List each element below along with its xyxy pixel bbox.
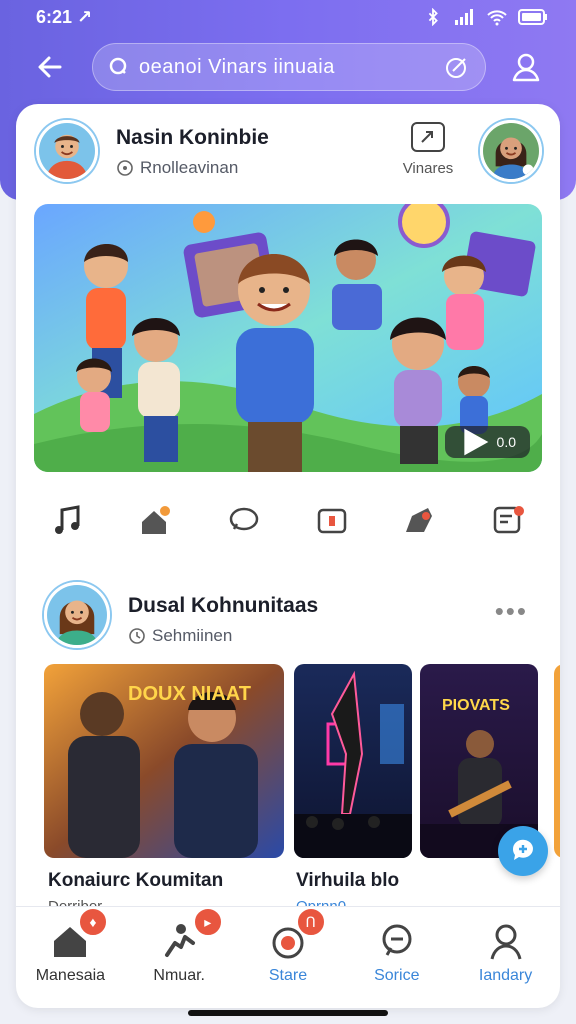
camera-button[interactable] [312, 500, 352, 540]
more-options-button[interactable]: ••• [495, 596, 528, 627]
feed-card: Nasin Koninbie Rnolleavinan Vinares 0.0 … [16, 104, 560, 1008]
nav-badge: ♦ [78, 907, 108, 937]
back-button[interactable] [26, 43, 74, 91]
share-icon [411, 122, 445, 152]
signal-icon [455, 9, 473, 25]
community-avatar[interactable] [44, 582, 110, 648]
invite-button[interactable]: Vinares [392, 122, 464, 186]
bottom-nav: ♦ Manesaia ▸ Nmuar. Ո Stare Sorice Ianda… [16, 906, 560, 1006]
home-indicator [188, 1010, 388, 1016]
back-arrow-icon [38, 56, 62, 78]
compose-fab[interactable] [498, 826, 548, 876]
nav-profile-label: Iandary [478, 967, 533, 984]
chat-button[interactable] [224, 500, 264, 540]
battery-icon [518, 9, 547, 25]
person-icon [490, 924, 522, 960]
chat-bubble-icon [229, 507, 259, 531]
media-tile-2[interactable] [294, 664, 412, 858]
nav-badge: ▸ [192, 907, 223, 937]
status-time: 6:21 ↗ [36, 6, 93, 27]
nav-home-label: Manesaia [35, 967, 106, 984]
profile-icon [512, 53, 540, 82]
tag-button[interactable] [400, 500, 440, 540]
chat-icon [382, 924, 412, 956]
nav-service-label: Sorice [374, 967, 420, 984]
video-badge-text: 0.0 [496, 434, 516, 450]
video-badge[interactable]: 0.0 [444, 426, 530, 458]
community-subtitle: Sehmiinen [128, 626, 232, 646]
chat-plus-icon [512, 839, 533, 860]
profile-button[interactable] [504, 45, 548, 89]
wifi-icon [487, 10, 507, 26]
invite-label: Vinares [402, 160, 454, 177]
home-spark-icon [142, 506, 170, 534]
author-subtitle: Rnolleavinan [116, 158, 238, 178]
poster-text: DOUX NIAAT [128, 683, 251, 705]
list-icon [493, 506, 524, 534]
post-hero-image[interactable]: 0.0 [34, 204, 542, 472]
author-name[interactable]: Nasin Koninbie [116, 126, 269, 150]
media-tile-4-partial[interactable] [554, 664, 560, 858]
nav-service[interactable]: Sorice [342, 907, 451, 1006]
community-subtitle-text: Sehmiinen [152, 626, 233, 645]
nav-store-label: Stare [268, 967, 308, 984]
bluetooth-icon [428, 8, 438, 26]
music-button[interactable] [48, 500, 88, 540]
post-header: Nasin Koninbie Rnolleavinan Vinares [34, 118, 544, 188]
nav-profile[interactable]: Iandary [451, 907, 560, 1006]
status-bar: 6:21 ↗ [0, 0, 576, 34]
media-tile-1[interactable]: DOUX NIAAT [44, 664, 284, 858]
community-name[interactable]: Dusal Kohnunitaas [128, 594, 318, 618]
clock-icon [129, 628, 145, 644]
nav-activity-label: Nmuar. [153, 967, 205, 984]
nav-badge: Ո [295, 907, 326, 937]
nav-store[interactable]: Ո Stare [234, 907, 343, 1006]
search-text: oeanoi Vinars iinuaia [139, 55, 335, 78]
tile-1-title[interactable]: Konaiurc Koumitan [48, 870, 223, 892]
author-avatar[interactable] [36, 120, 98, 182]
music-note-icon [55, 505, 80, 534]
home-spark-button[interactable] [136, 500, 176, 540]
nav-activity[interactable]: ▸ Nmuar. [125, 907, 234, 1006]
status-icons [422, 8, 548, 26]
tag-icon [406, 508, 432, 532]
list-button[interactable] [488, 500, 528, 540]
top-bar: oeanoi Vinars iinuaia [0, 40, 576, 94]
edit-icon[interactable] [441, 52, 471, 82]
friend-avatar[interactable] [480, 120, 542, 182]
search-icon [109, 57, 127, 75]
subtitle-text: Rnolleavinan [140, 158, 239, 177]
nav-home[interactable]: ♦ Manesaia [16, 907, 125, 1006]
post2-header: Dusal Kohnunitaas Sehmiinen ••• [44, 580, 534, 652]
media-tiles: DOUX NIAAT PIOVATS Konaiurc Koumitan Vir… [44, 664, 560, 915]
tile-2-title[interactable]: Virhuila blo [296, 870, 399, 892]
post-action-row [34, 496, 542, 544]
camera-icon [317, 508, 347, 534]
poster-text: PIOVATS [442, 697, 510, 714]
play-icon [463, 428, 488, 456]
globe-icon [117, 160, 133, 176]
search-field[interactable]: oeanoi Vinars iinuaia [92, 43, 486, 91]
